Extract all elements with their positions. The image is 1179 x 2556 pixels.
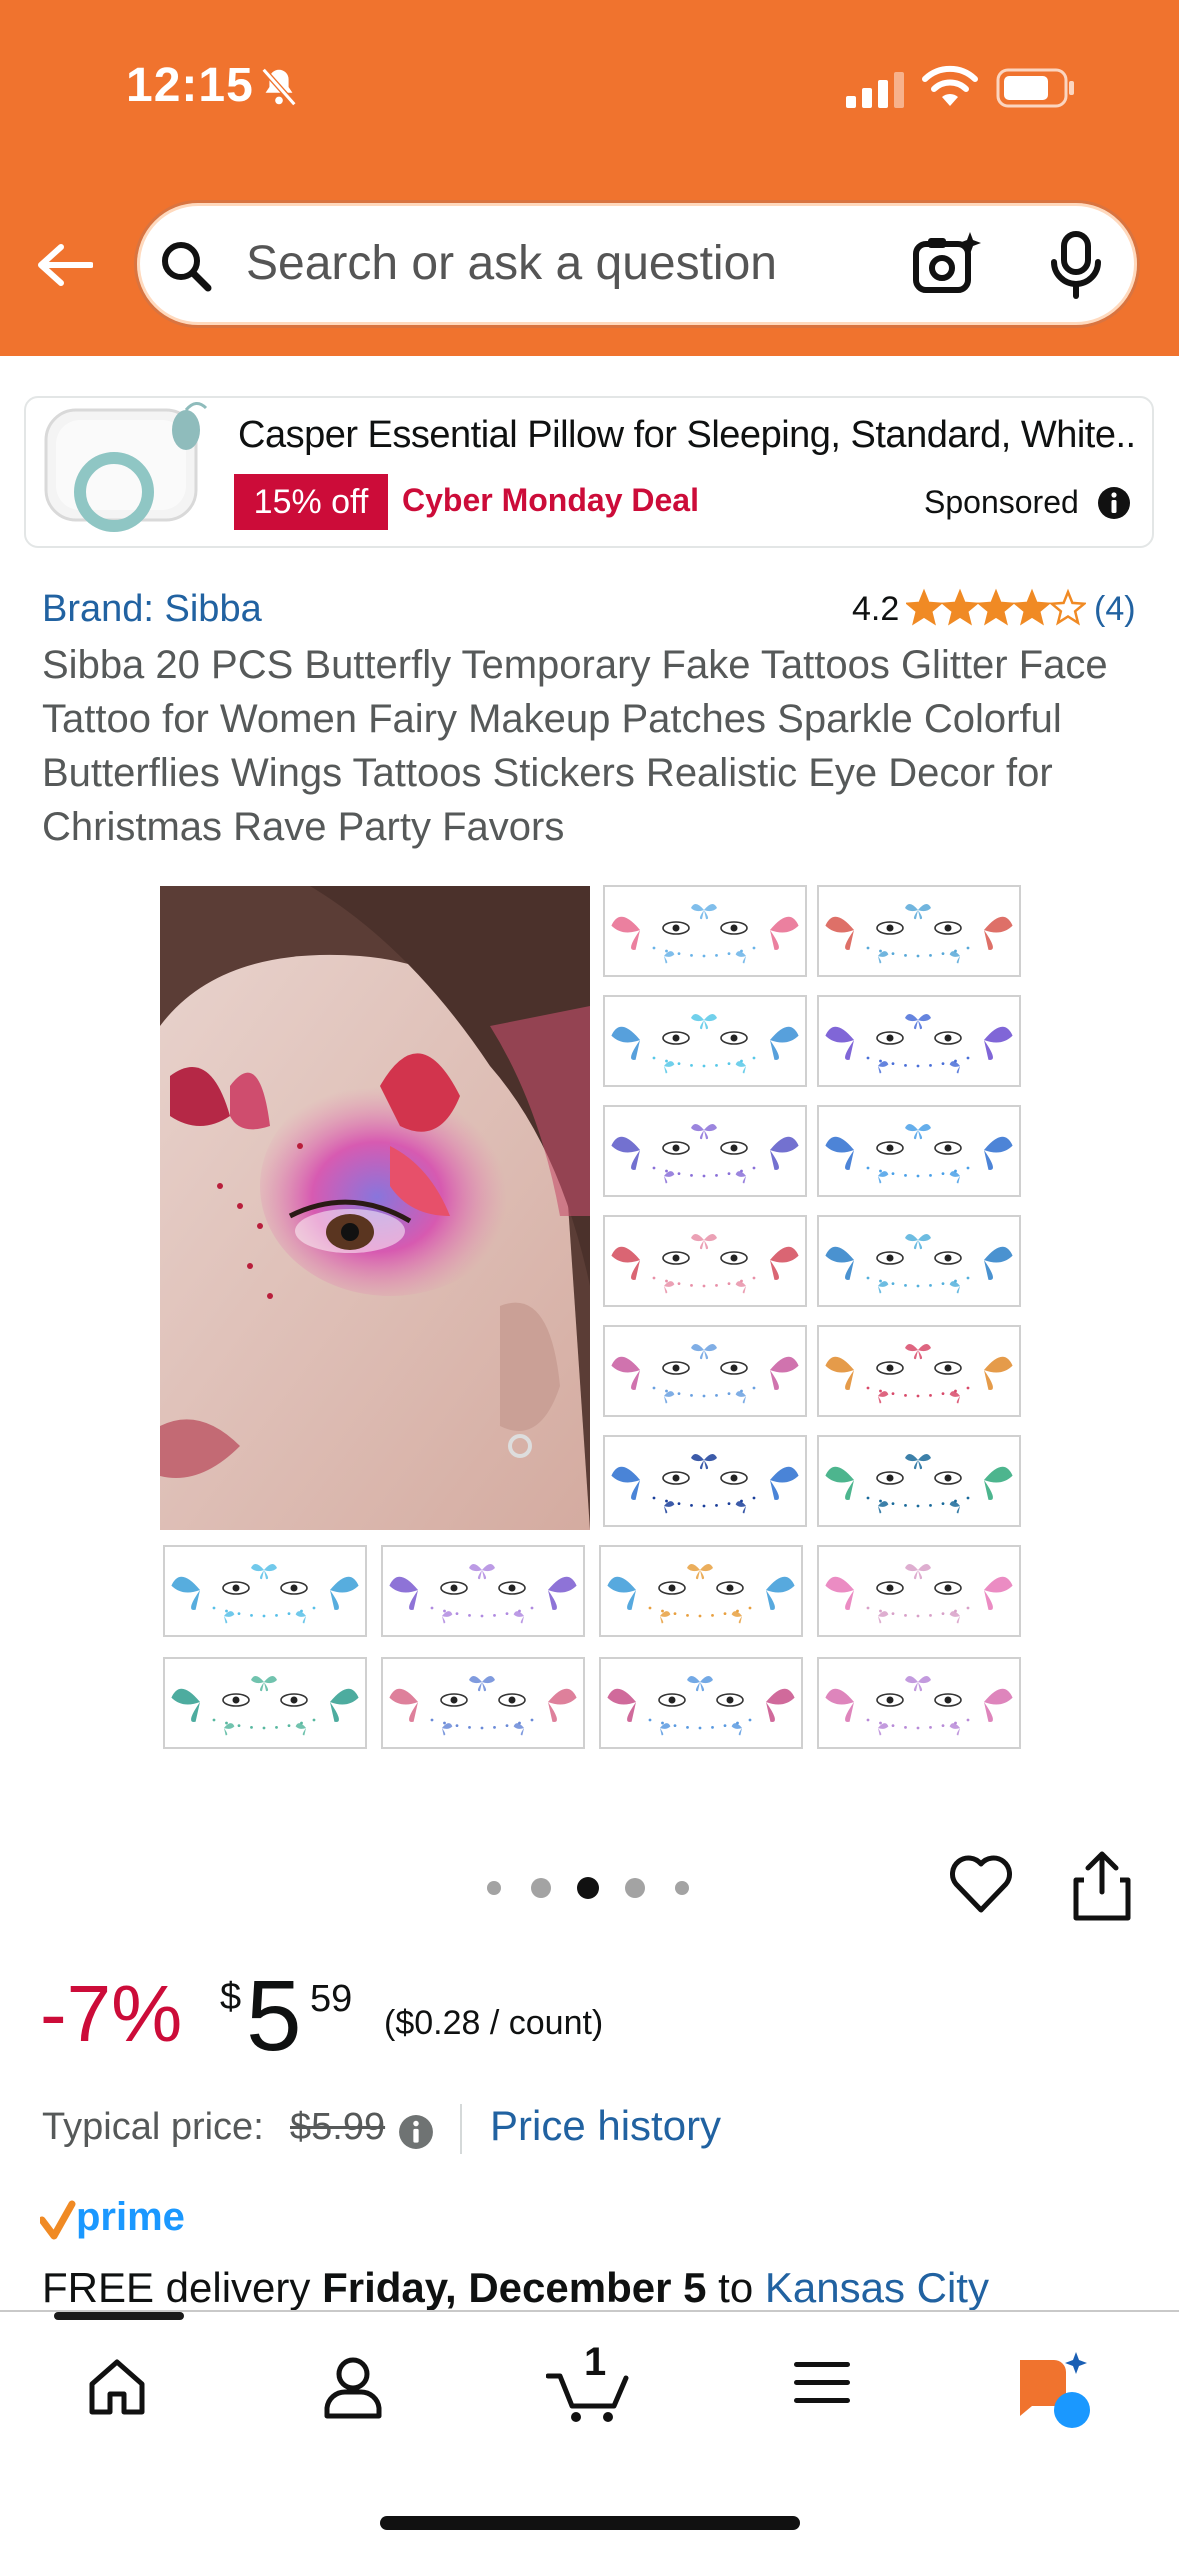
carousel-dot-active[interactable]: [577, 1877, 599, 1899]
delivery-prefix: FREE delivery: [42, 2264, 311, 2311]
share-icon[interactable]: [1070, 1848, 1134, 1922]
discount-percent: -7%: [40, 1969, 183, 2058]
product-thumbnail[interactable]: [817, 1325, 1021, 1417]
star-empty-icon: [1048, 588, 1086, 626]
typical-price-value: $5.99: [290, 2106, 386, 2148]
product-page: 12:15 Search or ask a question Casper Es…: [0, 0, 1179, 2556]
info-icon[interactable]: [398, 2114, 434, 2150]
product-thumbnail[interactable]: [599, 1545, 803, 1637]
product-thumbnail[interactable]: [603, 1325, 807, 1417]
active-tab-indicator: [54, 2312, 184, 2320]
sponsored-label: Sponsored: [924, 484, 1079, 520]
product-thumbnail[interactable]: [381, 1657, 585, 1749]
search-placeholder: Search or ask a question: [246, 237, 777, 290]
carousel-dot[interactable]: [625, 1878, 645, 1898]
product-thumbnail[interactable]: [163, 1545, 367, 1637]
product-thumbnail[interactable]: [817, 1215, 1021, 1307]
rating-count-link[interactable]: (4): [1094, 590, 1136, 629]
star-filled-icon: [906, 588, 944, 626]
price-whole: 5: [246, 1960, 302, 2072]
star-rating[interactable]: [906, 588, 1086, 628]
search-icon: [162, 242, 212, 292]
product-thumbnail[interactable]: [817, 1435, 1021, 1527]
info-icon[interactable]: [1097, 486, 1131, 520]
account-icon[interactable]: [322, 2354, 384, 2420]
product-thumbnail[interactable]: [817, 1545, 1021, 1637]
ad-product-image: [44, 402, 208, 532]
bell-off-icon: [261, 67, 297, 107]
carousel-dots[interactable]: [478, 1876, 698, 1900]
discount-badge: 15% off: [234, 474, 388, 530]
heart-icon[interactable]: [946, 1848, 1016, 1918]
product-thumbnail[interactable]: [817, 1105, 1021, 1197]
back-button[interactable]: [30, 230, 100, 300]
delivery-location-link[interactable]: Kansas City: [765, 2264, 989, 2311]
rufus-icon[interactable]: [1014, 2350, 1094, 2430]
carousel-dot[interactable]: [675, 1881, 689, 1895]
menu-icon[interactable]: [792, 2358, 852, 2408]
typical-price-label: Typical price:: [42, 2106, 264, 2148]
product-thumbnail[interactable]: [381, 1545, 585, 1637]
prime-logo: prime: [40, 2195, 185, 2240]
product-thumbnail[interactable]: [817, 995, 1021, 1087]
camera-lens-icon[interactable]: [910, 228, 982, 300]
product-thumbnail[interactable]: [163, 1657, 367, 1749]
home-indicator: [380, 2516, 800, 2530]
product-thumbnail[interactable]: [817, 1657, 1021, 1749]
product-thumbnail[interactable]: [603, 1435, 807, 1527]
divider: [460, 2104, 462, 2154]
price-history-link[interactable]: Price history: [490, 2102, 721, 2150]
ad-title[interactable]: Casper Essential Pillow for Sleeping, St…: [238, 414, 1138, 457]
product-title: Sibba 20 PCS Butterfly Temporary Fake Ta…: [42, 643, 1108, 849]
delivery-info: FREE delivery Friday, December 5 to Kans…: [42, 2264, 989, 2312]
microphone-icon[interactable]: [1046, 230, 1106, 300]
product-thumbnail[interactable]: [603, 1215, 807, 1307]
wifi-icon: [922, 65, 978, 106]
product-thumbnail[interactable]: [603, 995, 807, 1087]
rating-value: 4.2: [852, 590, 900, 628]
arrow-left-icon: [38, 244, 93, 286]
star-filled-icon: [940, 588, 980, 626]
battery-icon: [996, 68, 1074, 108]
carousel-dot[interactable]: [487, 1881, 501, 1895]
deal-label: Cyber Monday Deal: [402, 482, 699, 518]
cart-count: 1: [584, 2340, 607, 2384]
svg-text:prime: prime: [76, 2195, 185, 2239]
cellular-signal-icon: [846, 72, 904, 108]
star-filled-icon: [1012, 588, 1052, 626]
star-filled-icon: [976, 588, 1016, 626]
price-currency: $: [220, 1976, 242, 2018]
product-thumbnail[interactable]: [817, 885, 1021, 977]
product-thumbnail[interactable]: [603, 1105, 807, 1197]
product-thumbnail[interactable]: [599, 1657, 803, 1749]
unit-price: ($0.28 / count): [384, 2004, 604, 2042]
status-time: 12:15: [126, 59, 254, 112]
product-thumbnail[interactable]: [603, 885, 807, 977]
delivery-to: to: [718, 2264, 754, 2311]
brand-link[interactable]: Brand: Sibba: [42, 588, 262, 631]
home-icon[interactable]: [86, 2356, 148, 2418]
product-main-photo[interactable]: [160, 886, 590, 1530]
price-fraction: 59: [310, 1978, 353, 2020]
carousel-dot[interactable]: [531, 1878, 551, 1898]
delivery-date: Friday, December 5: [322, 2264, 707, 2311]
